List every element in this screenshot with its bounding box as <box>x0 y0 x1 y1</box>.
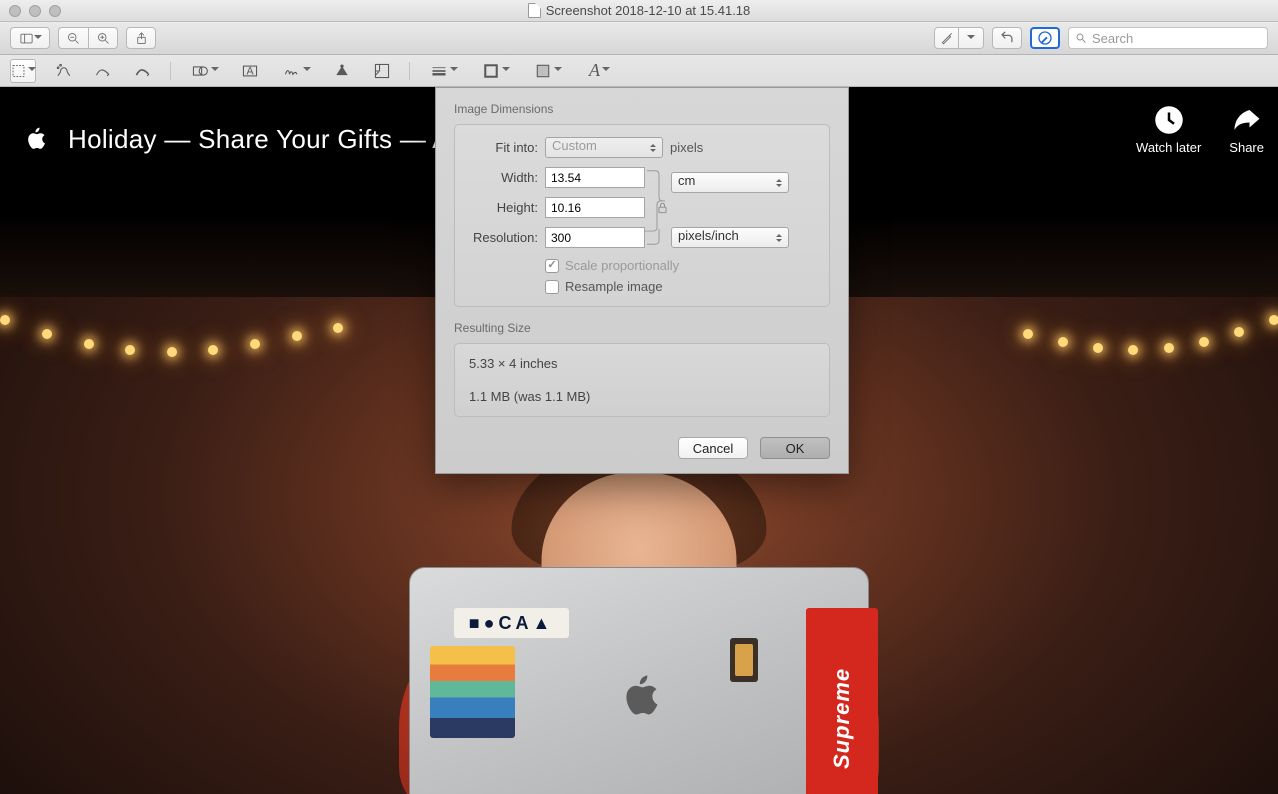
height-label: Height: <box>455 200 545 215</box>
size-unit-select[interactable]: cm <box>671 172 789 193</box>
window-controls <box>9 5 61 17</box>
watch-later-button[interactable]: Watch later <box>1136 105 1201 155</box>
video-actions: Watch later Share <box>1136 105 1264 155</box>
resample-image-checkbox[interactable] <box>545 280 559 294</box>
main-toolbar: Search <box>0 22 1278 55</box>
selection-tool[interactable] <box>10 59 36 83</box>
titlebar: Screenshot 2018-12-10 at 15.41.18 <box>0 0 1278 22</box>
shapes-tool[interactable] <box>185 59 223 83</box>
draw-tool[interactable] <box>130 59 156 83</box>
result-dimensions: 5.33 × 4 inches <box>469 356 815 371</box>
window-title: Screenshot 2018-12-10 at 15.41.18 <box>546 3 751 18</box>
rotate-button[interactable] <box>992 27 1022 49</box>
minimize-window-button[interactable] <box>29 5 41 17</box>
clock-icon <box>1154 105 1184 135</box>
adjust-size-dialog: Image Dimensions Fit into: Custom pixels… <box>435 87 849 474</box>
height-input[interactable] <box>545 197 645 218</box>
result-file-size: 1.1 MB (was 1.1 MB) <box>469 389 815 404</box>
image-dimensions-label: Image Dimensions <box>454 102 830 116</box>
cancel-button[interactable]: Cancel <box>678 437 748 459</box>
search-field[interactable]: Search <box>1068 27 1268 49</box>
width-label: Width: <box>455 170 545 185</box>
instant-alpha-tool[interactable] <box>50 59 76 83</box>
lock-icon[interactable] <box>657 201 668 214</box>
lantern-sticker <box>730 638 758 682</box>
fit-into-label: Fit into: <box>455 140 545 155</box>
rainbow-sticker <box>430 646 515 738</box>
markup-toolbar: A A <box>0 55 1278 87</box>
resample-image-label: Resample image <box>565 279 663 294</box>
resolution-label: Resolution: <box>455 230 545 245</box>
share-button[interactable] <box>126 27 156 49</box>
svg-text:A: A <box>246 65 254 77</box>
fit-into-unit: pixels <box>670 140 703 155</box>
resolution-input[interactable] <box>545 227 645 248</box>
close-window-button[interactable] <box>9 5 21 17</box>
supreme-vertical-sticker: Supreme <box>806 608 878 794</box>
search-icon <box>1075 32 1087 44</box>
canvas: Holiday — Share Your Gifts — Apple Watch… <box>0 87 1278 794</box>
markup-toggle-button[interactable] <box>1030 27 1060 49</box>
width-input[interactable] <box>545 167 645 188</box>
document-icon <box>528 3 541 18</box>
fit-into-select[interactable]: Custom <box>545 137 663 158</box>
share-arrow-icon <box>1232 105 1262 135</box>
sketch-tool[interactable] <box>90 59 116 83</box>
fill-color-tool[interactable] <box>528 59 566 83</box>
border-color-tool[interactable] <box>476 59 514 83</box>
zoom-out-button[interactable] <box>58 27 88 49</box>
moca-sticker: ■●CA▲ <box>454 608 569 638</box>
scale-proportionally-checkbox[interactable] <box>545 259 559 273</box>
line-style-tool[interactable] <box>424 59 462 83</box>
video-overlay-title: Holiday — Share Your Gifts — Apple <box>22 123 500 156</box>
scale-proportionally-label: Scale proportionally <box>565 258 679 273</box>
text-style-tool[interactable]: A <box>580 59 618 83</box>
adjust-color-tool[interactable] <box>329 59 355 83</box>
sidebar-view-button[interactable] <box>10 27 50 49</box>
resolution-unit-select[interactable]: pixels/inch <box>671 227 789 248</box>
preview-window: Screenshot 2018-12-10 at 15.41.18 Search… <box>0 0 1278 794</box>
search-placeholder: Search <box>1092 31 1133 46</box>
text-tool[interactable]: A <box>237 59 263 83</box>
zoom-window-button[interactable] <box>49 5 61 17</box>
apple-logo-icon <box>22 123 48 156</box>
video-share-button[interactable]: Share <box>1229 105 1264 155</box>
zoom-in-button[interactable] <box>88 27 118 49</box>
sign-tool[interactable] <box>277 59 315 83</box>
ok-button[interactable]: OK <box>760 437 830 459</box>
resulting-size-label: Resulting Size <box>454 321 830 335</box>
adjust-size-tool[interactable] <box>369 59 395 83</box>
video-subject: ■●CA▲ Supreme Supreme <box>399 467 879 794</box>
laptop-apple-logo-icon <box>615 666 663 725</box>
edit-mode-toggle[interactable] <box>934 27 984 49</box>
